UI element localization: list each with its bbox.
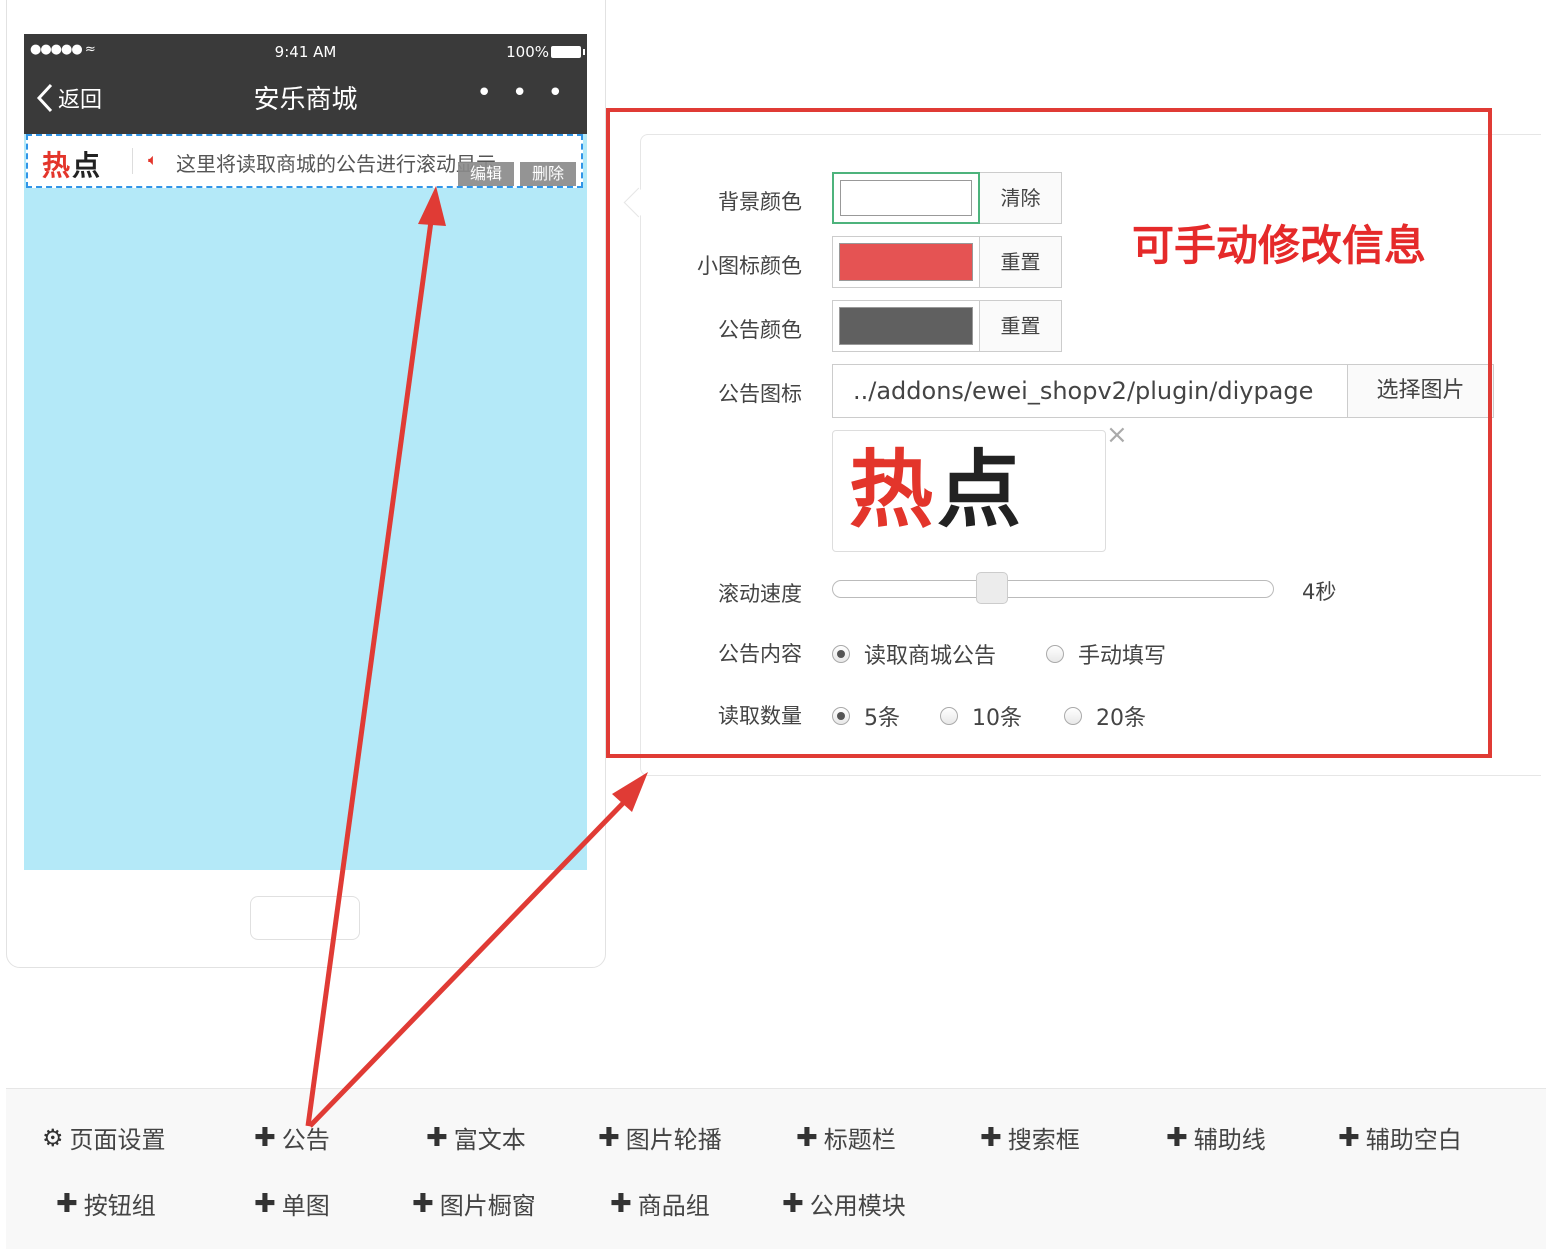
callout-text: 可手动修改信息 [1132,221,1427,270]
highlight-box [606,108,1492,758]
toolbar-notice[interactable]: ✚ 公告 [254,1120,330,1155]
plus-icon: ✚ [796,1122,818,1153]
toolbar-carousel[interactable]: ✚ 图片轮播 [598,1120,722,1155]
notice-logo: 热点 [42,144,102,184]
toolbar-button-group[interactable]: ✚ 按钮组 [56,1186,156,1221]
toolbar-blank-space[interactable]: ✚ 辅助空白 [1338,1120,1462,1155]
plus-icon: ✚ [254,1188,276,1219]
toolbar-label: 按钮组 [83,1192,156,1220]
toolbar-label: 标题栏 [823,1126,896,1154]
toolbar-single-image[interactable]: ✚ 单图 [254,1186,330,1221]
edit-button[interactable]: 编辑 [458,162,514,186]
plus-icon: ✚ [980,1122,1002,1153]
toolbar-label: 富文本 [453,1126,526,1154]
toolbar-label: 商品组 [637,1192,710,1220]
logo-char-red: 热 [42,149,73,182]
toolbar-label: 辅助空白 [1365,1126,1462,1154]
home-button [250,896,360,940]
toolbar-label: 单图 [281,1192,330,1220]
more-icon[interactable]: • • • [476,78,569,108]
notice-module[interactable]: 热点 🔈︎ 这里将读取商城的公告进行滚动显示 编辑 删除 [26,134,583,188]
toolbar-shared-module[interactable]: ✚ 公用模块 [782,1186,906,1221]
delete-button[interactable]: 删除 [520,162,576,186]
logo-char-dark: 点 [72,149,103,182]
plus-icon: ✚ [426,1122,448,1153]
toolbar-label: 图片轮播 [625,1126,722,1154]
toolbar-guide-line[interactable]: ✚ 辅助线 [1166,1120,1266,1155]
toolbar-label: 页面设置 [69,1126,166,1154]
plus-icon: ✚ [1166,1122,1188,1153]
toolbar-label: 搜索框 [1007,1126,1080,1154]
plus-icon: ✚ [56,1188,78,1219]
plus-icon: ✚ [782,1188,804,1219]
toolbar-rich-text[interactable]: ✚ 富文本 [426,1120,526,1155]
toolbar-label: 图片橱窗 [439,1192,536,1220]
plus-icon: ✚ [610,1188,632,1219]
toolbar-image-showcase[interactable]: ✚ 图片橱窗 [412,1186,536,1221]
toolbar-label: 辅助线 [1193,1126,1266,1154]
phone-header: ●●●●● ≈ 9:41 AM 100% 返回 安乐商城 • • • [24,34,587,134]
component-toolbar [6,1088,1546,1249]
toolbar-search-box[interactable]: ✚ 搜索框 [980,1120,1080,1155]
gear-icon: ⚙ [42,1123,64,1152]
plus-icon: ✚ [1338,1122,1360,1153]
toolbar-label: 公用模块 [809,1192,906,1220]
plus-icon: ✚ [254,1122,276,1153]
phone-screen: ●●●●● ≈ 9:41 AM 100% 返回 安乐商城 • • • 热点 🔈︎… [24,34,587,870]
speaker-icon: 🔈︎ [148,150,158,169]
status-time: 9:41 AM [274,43,337,61]
toolbar-product-group[interactable]: ✚ 商品组 [610,1186,710,1221]
plus-icon: ✚ [412,1188,434,1219]
toolbar-title-bar[interactable]: ✚ 标题栏 [796,1120,896,1155]
plus-icon: ✚ [598,1122,620,1153]
toolbar-page-settings[interactable]: ⚙ 页面设置 [42,1120,166,1155]
battery-percent: 100% [506,43,549,61]
divider [132,148,133,174]
toolbar-label: 公告 [281,1126,330,1154]
battery-icon [551,46,585,58]
